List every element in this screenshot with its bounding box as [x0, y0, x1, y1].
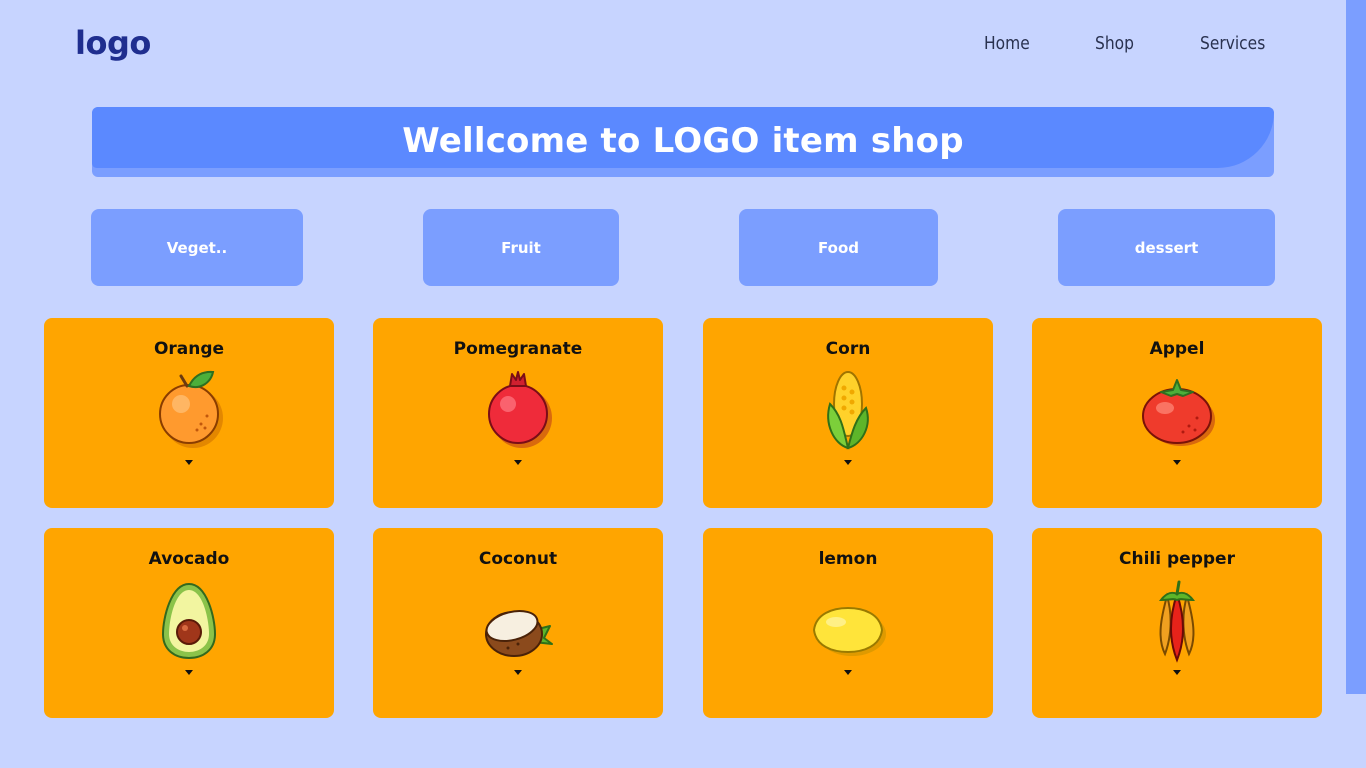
item-name: Corn [825, 339, 871, 359]
item-card-orange[interactable]: Orange [44, 318, 334, 508]
item-name: Orange [153, 339, 225, 359]
expand-caret-icon[interactable] [844, 460, 852, 465]
category-dessert-button[interactable]: dessert [1058, 209, 1275, 286]
expand-caret-icon[interactable] [514, 670, 522, 675]
logo[interactable]: logo [75, 24, 151, 62]
item-name: Chili pepper [1119, 549, 1235, 569]
item-card-chili-pepper[interactable]: Chili pepper [1032, 528, 1322, 718]
category-vegetables-button[interactable]: Veget.. [91, 209, 303, 286]
item-name: lemon [818, 549, 878, 569]
orange-icon [159, 370, 223, 448]
item-card-pomegranate[interactable]: Pomegranate [373, 318, 663, 508]
item-name: Pomegranate [453, 339, 583, 359]
category-fruit-button[interactable]: Fruit [423, 209, 619, 286]
item-name: Appel [1149, 339, 1205, 359]
pomegranate-icon [488, 371, 552, 448]
corn-icon [827, 371, 869, 450]
scrollbar-thumb[interactable] [1346, 0, 1366, 694]
nav-shop[interactable]: Shop [1095, 33, 1134, 54]
nav-services[interactable]: Services [1200, 33, 1265, 54]
item-card-lemon[interactable]: lemon [703, 528, 993, 718]
coconut-icon [485, 610, 553, 657]
expand-caret-icon[interactable] [185, 670, 193, 675]
expand-caret-icon[interactable] [1173, 670, 1181, 675]
scrollbar[interactable] [1346, 0, 1366, 768]
expand-caret-icon[interactable] [185, 460, 193, 465]
nav-home[interactable]: Home [984, 33, 1030, 54]
item-name: Coconut [478, 549, 558, 569]
expand-caret-icon[interactable] [514, 460, 522, 465]
item-name: Avocado [148, 549, 230, 569]
item-card-corn[interactable]: Corn [703, 318, 993, 508]
banner-title: Wellcome to LOGO item shop [402, 121, 964, 161]
category-food-button[interactable]: Food [739, 209, 938, 286]
welcome-banner: Wellcome to LOGO item shop [92, 107, 1274, 177]
item-card-avocado[interactable]: Avocado [44, 528, 334, 718]
item-card-coconut[interactable]: Coconut [373, 528, 663, 718]
item-card-appel[interactable]: Appel [1032, 318, 1322, 508]
lemon-icon [812, 606, 886, 656]
expand-caret-icon[interactable] [1173, 460, 1181, 465]
chili-pepper-icon [1158, 580, 1196, 663]
avocado-icon [161, 582, 217, 660]
expand-caret-icon[interactable] [844, 670, 852, 675]
tomato-icon [1142, 379, 1215, 446]
